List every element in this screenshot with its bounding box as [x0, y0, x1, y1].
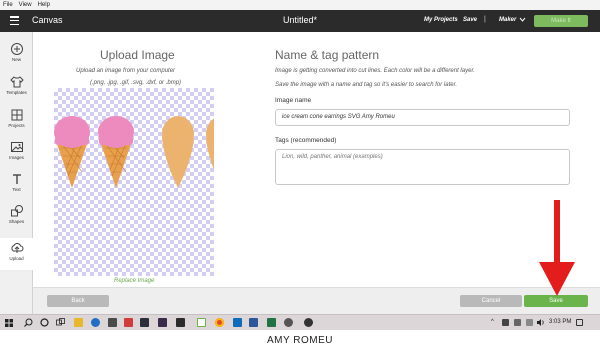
pink-ice-cream-left: [54, 116, 90, 188]
file-explorer-icon[interactable]: [74, 318, 83, 327]
excel-icon[interactable]: [267, 318, 276, 327]
task-view-icon[interactable]: [56, 318, 65, 327]
tray-app-icon[interactable]: [502, 319, 509, 326]
clock[interactable]: 3:03 PM: [549, 319, 571, 325]
upload-description: Upload an image from your computer: [76, 68, 176, 74]
machine-select[interactable]: Maker: [499, 17, 516, 23]
image-name-label: Image name: [275, 97, 312, 104]
sidebar-item-upload[interactable]: Upload: [0, 238, 33, 270]
menu-view[interactable]: View: [19, 2, 32, 8]
sidebar-item-label: Projects: [8, 123, 25, 128]
upload-title: Upload Image: [100, 48, 175, 62]
sidebar-item-templates[interactable]: Templates: [0, 75, 33, 105]
sidebar-item-label: New: [11, 57, 21, 62]
save-hint: Save the image with a name and tag so it…: [275, 82, 458, 88]
back-button[interactable]: Back: [47, 295, 109, 307]
tags-label: Tags (recommended): [275, 137, 337, 144]
tray-network-icon[interactable]: [514, 319, 521, 326]
tag-pattern-title: Name & tag pattern: [275, 48, 380, 62]
chrome-icon[interactable]: [215, 318, 224, 327]
sidebar-item-projects[interactable]: Projects: [0, 108, 33, 138]
make-it-button[interactable]: Make It: [534, 15, 588, 27]
chevron-down-icon[interactable]: [519, 17, 526, 22]
orange-ice-cream-left: [162, 116, 194, 188]
edge-icon[interactable]: [91, 318, 100, 327]
plus-icon: [10, 43, 23, 55]
orange-ice-cream-right: [206, 116, 238, 188]
image-preview: [54, 88, 238, 276]
store-icon[interactable]: [124, 318, 133, 327]
watermark-caption: AMY ROMEU: [0, 331, 600, 350]
shapes-icon: [10, 205, 23, 217]
menu-help[interactable]: Help: [38, 2, 50, 8]
header-separator: |: [484, 16, 486, 23]
tray-chevron-up-icon[interactable]: ^: [491, 319, 494, 325]
upload-formats: (.png, .jpg, .gif, .svg, .dxf, or .bmp): [90, 80, 182, 86]
app-icon[interactable]: [304, 318, 313, 327]
replace-image-link[interactable]: Replace Image: [114, 278, 154, 284]
app-icon[interactable]: [176, 318, 185, 327]
shirt-icon: [9, 76, 24, 88]
outlook-icon[interactable]: [233, 318, 242, 327]
photoshop-icon[interactable]: [140, 318, 149, 327]
volume-icon[interactable]: [537, 319, 545, 326]
tags-input[interactable]: [275, 149, 570, 185]
my-projects-link[interactable]: My Projects: [424, 17, 458, 23]
sidebar-item-text[interactable]: Text: [0, 172, 33, 202]
notification-icon[interactable]: [576, 319, 583, 326]
tray-battery-icon[interactable]: [526, 319, 533, 326]
cancel-button[interactable]: Cancel: [460, 295, 522, 307]
app-header: Canvas Untitled* My Projects Save | Make…: [0, 10, 600, 32]
image-icon: [10, 142, 23, 152]
sidebar-item-new[interactable]: New: [0, 42, 33, 72]
menu-file[interactable]: File: [3, 2, 13, 8]
sidebar-item-shapes[interactable]: Shapes: [0, 204, 33, 234]
sidebar-item-label: Images: [9, 155, 24, 160]
pink-ice-cream-right: [98, 116, 134, 188]
sidebar-item-label: Upload: [9, 256, 24, 261]
sidebar-item-images[interactable]: Images: [0, 140, 33, 170]
word-icon[interactable]: [249, 318, 258, 327]
calculator-icon[interactable]: [108, 318, 117, 327]
screenshot: File View Help Canvas Untitled* My Proje…: [0, 0, 600, 350]
sidebar-item-label: Templates: [6, 90, 27, 95]
left-sidebar: New Templates Projects Images Text Shape…: [0, 32, 33, 314]
windows-taskbar: ^ 3:03 PM: [0, 314, 600, 330]
upload-icon: [10, 243, 23, 253]
cortana-icon[interactable]: [40, 318, 49, 327]
header-save-link[interactable]: Save: [463, 17, 477, 23]
sidebar-item-label: Text: [12, 187, 21, 192]
grid-icon: [11, 109, 22, 121]
app-icon[interactable]: [284, 318, 293, 327]
sidebar-item-label: Shapes: [8, 219, 25, 224]
menu-bar: File View Help: [0, 0, 600, 10]
conversion-note: Image is getting converted into cut line…: [275, 68, 475, 74]
search-icon[interactable]: [24, 318, 33, 327]
windows-icon[interactable]: [5, 319, 13, 327]
design-space-icon[interactable]: [197, 318, 206, 327]
media-icon[interactable]: [158, 318, 167, 327]
image-name-input[interactable]: ice cream cone earrings SVG Amy Romeu: [275, 109, 570, 126]
ice-cream-image: [54, 116, 238, 188]
red-arrow-annotation: [539, 200, 575, 296]
text-icon: [12, 174, 21, 184]
